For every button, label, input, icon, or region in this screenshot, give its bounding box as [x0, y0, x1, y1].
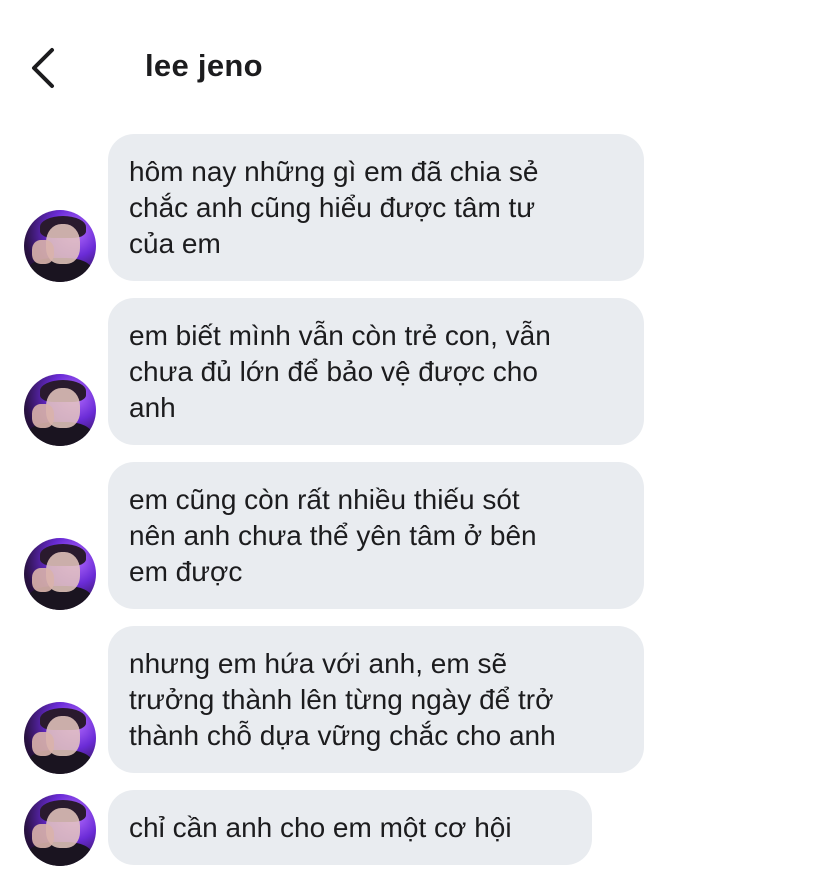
- message-bubble[interactable]: chỉ cần anh cho em một cơ hội: [108, 790, 592, 865]
- message-bubble[interactable]: em cũng còn rất nhiều thiếu sót nên anh …: [108, 462, 644, 609]
- avatar[interactable]: [24, 538, 96, 610]
- avatar[interactable]: [24, 210, 96, 282]
- message-bubble[interactable]: hôm nay những gì em đã chia sẻ chắc anh …: [108, 134, 644, 281]
- avatar[interactable]: [24, 702, 96, 774]
- message-thread: hôm nay những gì em đã chia sẻ chắc anh …: [0, 0, 827, 875]
- avatar[interactable]: [24, 794, 96, 866]
- message-bubble[interactable]: nhưng em hứa với anh, em sẽ trưởng thành…: [108, 626, 644, 773]
- message-bubble[interactable]: em biết mình vẫn còn trẻ con, vẫn chưa đ…: [108, 298, 644, 445]
- avatar[interactable]: [24, 374, 96, 446]
